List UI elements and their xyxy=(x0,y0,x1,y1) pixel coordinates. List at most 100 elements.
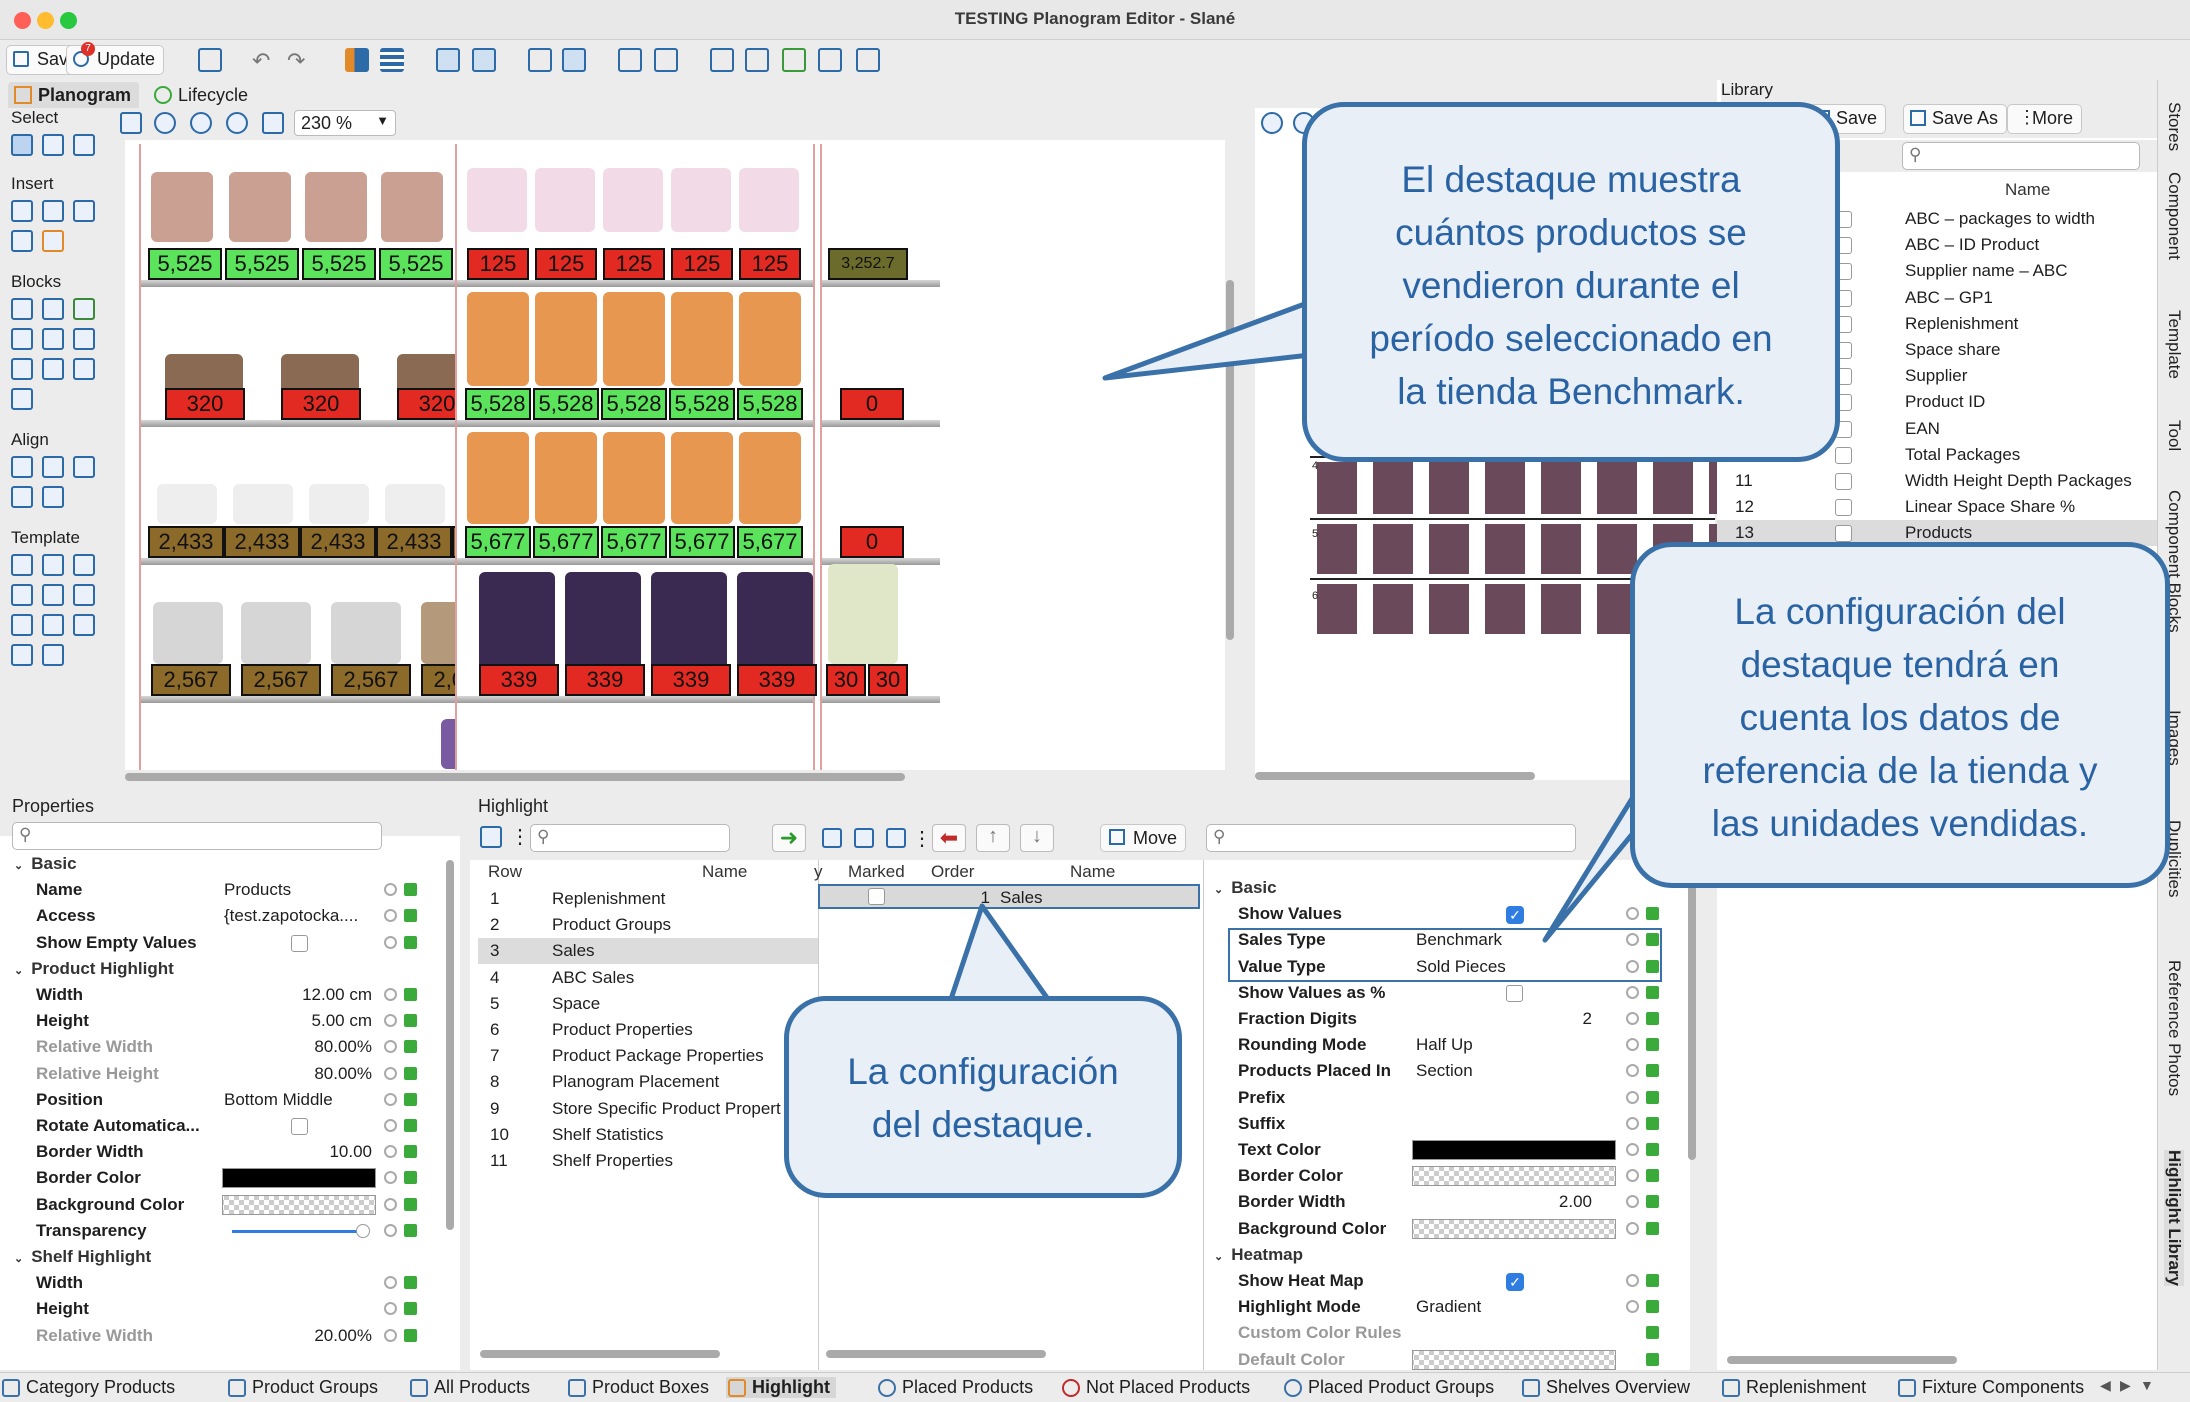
product-image[interactable] xyxy=(535,292,597,386)
shelf-bay-2[interactable]: 125 125 125 125 125 5,528 5,528 5,528 5,… xyxy=(455,144,817,770)
copy-icon[interactable] xyxy=(854,828,874,848)
inherit-icon[interactable] xyxy=(1646,1038,1659,1052)
library-save-as-button[interactable]: Save As xyxy=(1903,104,2008,134)
highlight-item[interactable]: 7 Product Package Properties xyxy=(478,1043,818,1069)
inherit-icon[interactable] xyxy=(1646,1274,1659,1287)
text-color-swatch[interactable] xyxy=(1412,1140,1616,1160)
config-scrollbar[interactable] xyxy=(1688,860,1696,1160)
reset-icon[interactable] xyxy=(384,988,397,1001)
template-2-icon[interactable] xyxy=(42,554,64,576)
reset-icon[interactable] xyxy=(384,1197,397,1211)
config-value[interactable]: Gradient xyxy=(1416,1297,1481,1317)
bookmark-add-icon[interactable] xyxy=(198,48,222,72)
product-image[interactable] xyxy=(157,484,217,524)
highlight-item[interactable]: 6 Product Properties xyxy=(478,1017,818,1043)
highlight-item[interactable]: 10 Shelf Statistics xyxy=(478,1122,818,1148)
inherit-icon[interactable] xyxy=(404,1197,417,1211)
reset-icon[interactable] xyxy=(384,909,397,923)
select-multi-icon[interactable] xyxy=(73,134,95,156)
highlight-item[interactable]: 8 Planogram Placement xyxy=(478,1069,818,1095)
tabs-scroll-left-icon[interactable]: ◀ xyxy=(2100,1377,2111,1394)
product-image[interactable] xyxy=(565,572,641,672)
product-image[interactable] xyxy=(381,172,443,242)
product-image[interactable] xyxy=(233,484,293,524)
property-value[interactable]: 20.00% xyxy=(222,1326,372,1346)
side-tab-highlight-library[interactable]: Highlight Library xyxy=(2164,1150,2184,1286)
product-image[interactable] xyxy=(603,432,665,524)
config-checkbox-checked[interactable]: ✓ xyxy=(1506,906,1524,925)
remove-from-highlight-icon[interactable]: ⬅ xyxy=(932,824,966,852)
zoom-select[interactable]: 230 % ▼ xyxy=(294,110,396,136)
align-left-icon[interactable] xyxy=(11,456,33,478)
canvas-scrollbar-h-thumb[interactable] xyxy=(125,773,905,781)
product-image[interactable] xyxy=(305,172,367,242)
flag-icon[interactable] xyxy=(710,48,734,72)
subtable-scrollbar-h[interactable] xyxy=(826,1350,1046,1358)
highlight-item[interactable]: 4 ABC Sales xyxy=(478,965,818,991)
align-right-icon[interactable] xyxy=(73,456,95,478)
insert-rect-icon[interactable] xyxy=(73,200,95,222)
insert-fill-icon[interactable] xyxy=(42,200,64,222)
product-image[interactable] xyxy=(467,292,529,386)
product-image[interactable] xyxy=(535,432,597,524)
product-image[interactable] xyxy=(153,602,223,664)
select-pointer-icon[interactable] xyxy=(11,134,33,156)
block-8-icon[interactable] xyxy=(42,358,64,380)
inherit-icon[interactable] xyxy=(1646,985,1659,999)
template-5-icon[interactable] xyxy=(42,584,64,606)
excel-icon[interactable] xyxy=(782,48,806,72)
product-image[interactable] xyxy=(739,432,801,524)
reset-icon[interactable] xyxy=(384,1040,397,1054)
inherit-icon[interactable] xyxy=(404,1119,417,1132)
inherit-icon[interactable] xyxy=(404,1066,417,1080)
product-image[interactable] xyxy=(151,172,213,242)
insert-text-icon[interactable] xyxy=(42,230,64,252)
property-value[interactable]: 80.00% xyxy=(222,1064,372,1084)
block-4-icon[interactable] xyxy=(11,328,33,350)
tabs-menu-icon[interactable]: ▼ xyxy=(2140,1377,2154,1393)
inherit-icon[interactable] xyxy=(1646,1090,1659,1104)
inherit-icon[interactable] xyxy=(1646,1143,1659,1156)
product-image[interactable] xyxy=(535,168,595,232)
inherit-icon[interactable] xyxy=(404,1171,417,1185)
library-scrollbar-h[interactable] xyxy=(1727,1356,1957,1364)
config-group[interactable]: ⌄ Basic xyxy=(1214,878,1277,898)
layout-b-icon[interactable] xyxy=(472,48,496,72)
more-icon[interactable]: ⋮ xyxy=(912,826,932,851)
planogram-canvas[interactable]: 5,525 5,525 5,525 5,525 5,525 5,525 320 … xyxy=(125,140,1225,770)
reset-icon[interactable] xyxy=(1626,1064,1639,1078)
library-row-checkbox[interactable] xyxy=(1835,499,1852,517)
product-image[interactable] xyxy=(671,432,733,524)
library-row[interactable]: 11 Width Height Depth Packages xyxy=(1717,468,2157,494)
chart-icon[interactable] xyxy=(745,48,769,72)
highlight-item[interactable]: 11 Shelf Properties xyxy=(478,1148,818,1174)
inherit-icon[interactable] xyxy=(404,883,417,897)
product-image[interactable] xyxy=(828,564,898,664)
inherit-icon[interactable] xyxy=(404,1302,417,1316)
reset-icon[interactable] xyxy=(384,1276,397,1290)
config-checkbox-checked[interactable]: ✓ xyxy=(1506,1273,1524,1291)
product-image[interactable] xyxy=(331,602,401,664)
bottom-tab-shelves-overview[interactable]: Shelves Overview xyxy=(1520,1377,1690,1398)
config-group[interactable]: ⌄ Heatmap xyxy=(1214,1245,1303,1265)
columns-icon[interactable] xyxy=(562,48,586,72)
reset-icon[interactable] xyxy=(1626,1038,1639,1052)
block-10-icon[interactable] xyxy=(11,388,33,410)
highlight-item[interactable]: 5 Space xyxy=(478,991,818,1017)
border-color-swatch[interactable] xyxy=(222,1168,376,1189)
align-center-icon[interactable] xyxy=(42,456,64,478)
inherit-icon[interactable] xyxy=(404,1328,417,1342)
bottom-tab-product-boxes[interactable]: Product Boxes xyxy=(566,1377,709,1398)
highlight-item[interactable]: 9 Store Specific Product Propert xyxy=(478,1096,818,1122)
arrange-icon[interactable] xyxy=(345,48,369,72)
property-checkbox[interactable] xyxy=(291,934,308,952)
transparency-slider-thumb[interactable] xyxy=(356,1223,370,1238)
property-value[interactable]: 80.00% xyxy=(222,1037,372,1057)
config-value[interactable]: Half Up xyxy=(1416,1035,1473,1055)
inherit-icon[interactable] xyxy=(1646,1352,1659,1366)
more-icon[interactable]: ⋮ xyxy=(510,824,530,849)
property-value[interactable]: Bottom Middle xyxy=(224,1090,374,1110)
color-swatch[interactable] xyxy=(1412,1349,1616,1370)
library-row-checkbox[interactable] xyxy=(1835,525,1852,543)
background-color-swatch[interactable] xyxy=(222,1194,376,1215)
